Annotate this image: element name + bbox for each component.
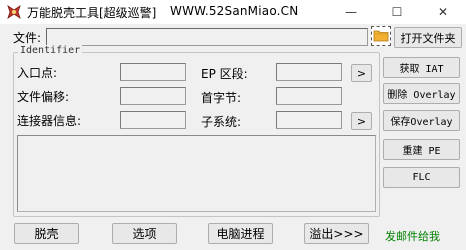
maximize-button[interactable]: ☐ — [374, 0, 420, 24]
minimize-button[interactable]: — — [328, 0, 374, 24]
file-offset-label: 文件偏移: — [17, 90, 70, 104]
flc-button[interactable]: FLC — [383, 167, 460, 188]
options-button[interactable]: 选项 — [112, 223, 177, 244]
browse-file-button[interactable] — [371, 26, 391, 46]
process-button[interactable]: 电脑进程 — [208, 223, 273, 244]
entry-point-label: 入口点: — [17, 66, 58, 80]
file-path-field[interactable] — [46, 28, 368, 46]
identifier-group-title: Identifier — [18, 45, 83, 56]
app-logo-icon — [6, 4, 22, 20]
subsystem-label: 子系统: — [201, 115, 242, 129]
subsystem-detail-button[interactable]: > — [351, 112, 372, 130]
linker-info-field[interactable] — [120, 111, 186, 129]
file-offset-field[interactable] — [120, 87, 186, 105]
linker-info-label: 连接器信息: — [17, 114, 82, 128]
rebuild-pe-button[interactable]: 重建 PE — [383, 139, 460, 160]
main-window: 万能脱壳工具[超级巡警] WWW.52SanMiao.CN — ☐ ✕ 文件: … — [0, 0, 466, 250]
ep-section-label: EP 区段: — [201, 67, 248, 81]
website-label: WWW.52SanMiao.CN — [170, 4, 299, 18]
email-me-link[interactable]: 发邮件给我 — [385, 228, 440, 244]
overflow-button[interactable]: 溢出>>> — [304, 223, 369, 244]
first-byte-field[interactable] — [276, 87, 342, 105]
open-folder-button[interactable]: 打开文件夹 — [394, 27, 462, 48]
window-title: 万能脱壳工具[超级巡警] — [27, 6, 157, 20]
close-button[interactable]: ✕ — [420, 0, 466, 24]
unpack-button[interactable]: 脱壳 — [14, 223, 79, 244]
output-textarea[interactable] — [17, 135, 376, 212]
ep-section-field[interactable] — [276, 63, 342, 81]
first-byte-label: 首字节: — [201, 91, 242, 105]
save-overlay-button[interactable]: 保存Overlay — [383, 110, 460, 131]
file-label: 文件: — [13, 31, 42, 45]
folder-icon — [373, 28, 389, 45]
subsystem-field[interactable] — [276, 111, 342, 129]
entry-point-field[interactable] — [120, 63, 186, 81]
ep-section-detail-button[interactable]: > — [351, 64, 372, 82]
title-bar: 万能脱壳工具[超级巡警] WWW.52SanMiao.CN — ☐ ✕ — [0, 0, 466, 24]
get-iat-button[interactable]: 获取 IAT — [383, 57, 460, 78]
delete-overlay-button[interactable]: 删除 Overlay — [383, 83, 460, 104]
